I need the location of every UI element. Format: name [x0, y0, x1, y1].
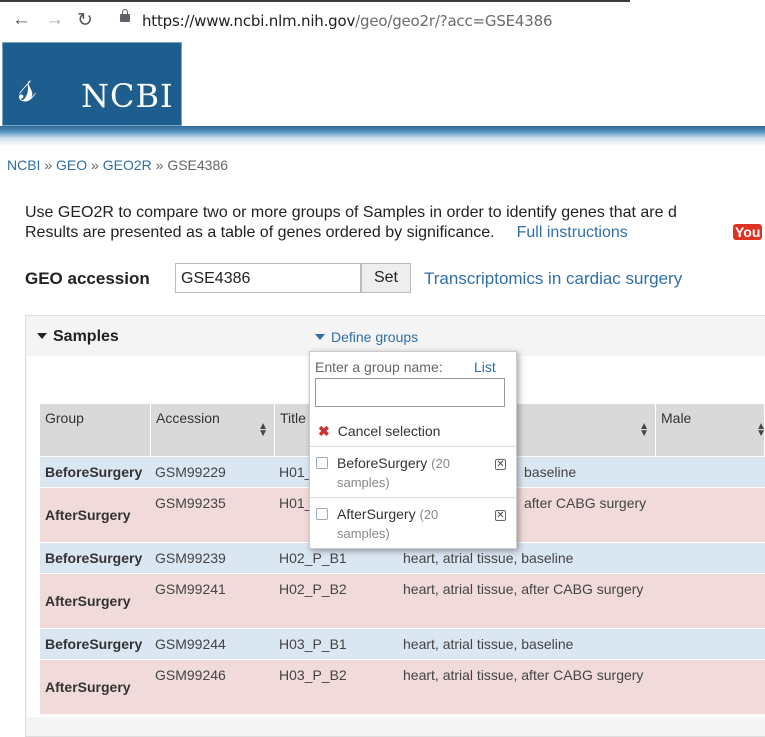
group-count-unit: samples) — [337, 475, 390, 490]
row-accession: GSM99244 — [155, 636, 226, 652]
lock-icon — [120, 9, 130, 22]
row-group: AfterSurgery — [45, 507, 131, 523]
sort-icon: ▲ ▼ — [258, 421, 268, 439]
header-gradient-bar — [0, 126, 765, 146]
row-source: heart, atrial tissue, baseline — [403, 550, 574, 566]
list-link[interactable]: List — [474, 359, 496, 375]
table-row[interactable]: AfterSurgery GSM99241 H02_P_B2 heart, at… — [40, 574, 765, 628]
group-count: (20 — [419, 507, 439, 522]
youtube-label: You — [733, 224, 763, 240]
ncbi-helix-icon: 𝓈 — [19, 57, 37, 113]
define-groups-toggle[interactable]: Define groups — [315, 329, 418, 345]
cancel-selection-button[interactable]: ✖ Cancel selection — [318, 423, 440, 440]
define-groups-label: Define groups — [331, 329, 419, 345]
group-name: BeforeSurgery (20 samples) — [337, 454, 487, 492]
intro-text: Use GEO2R to compare two or more groups … — [25, 203, 677, 243]
url-host: https://www.ncbi.nlm.nih.gov — [142, 12, 356, 30]
tab-strip-edge — [0, 0, 630, 2]
col-group[interactable]: Group — [40, 404, 151, 456]
row-title: H02_P_B1 — [279, 550, 347, 566]
row-title: H01_ — [279, 464, 313, 480]
group-count: (20 — [431, 456, 450, 471]
geo-accession-label: GEO accession — [25, 269, 150, 288]
row-title: H01_ — [279, 495, 313, 511]
samples-title: Samples — [53, 328, 119, 345]
set-button[interactable]: Set — [361, 263, 411, 293]
col-male[interactable]: Male ▲ ▼ — [656, 404, 765, 456]
cancel-selection-label: Cancel selection — [337, 423, 441, 439]
site-header: 𝓈 NCBI — [0, 42, 765, 126]
group-name-prompt: Enter a group name: — [315, 359, 443, 375]
url-path: /geo/geo2r/?acc=GSE4386 — [355, 12, 553, 30]
collapse-triangle-icon — [37, 333, 47, 339]
row-accession: GSM99239 — [155, 550, 226, 566]
row-accession: GSM99246 — [155, 667, 226, 683]
full-instructions-link[interactable]: Full instructions — [517, 224, 628, 241]
back-arrow-icon[interactable]: ← — [12, 9, 31, 31]
sort-icon: ▲ ▼ — [756, 421, 765, 439]
row-accession: GSM99229 — [155, 464, 226, 480]
row-group: BeforeSurgery — [45, 636, 143, 652]
col-group-label: Group — [45, 410, 84, 426]
sort-icon: ▲ ▼ — [639, 421, 649, 439]
row-group: AfterSurgery — [45, 679, 131, 695]
col-accession-label: Accession — [156, 410, 220, 426]
row-title: H03_P_B2 — [279, 667, 347, 683]
row-accession: GSM99235 — [155, 495, 226, 511]
study-title-link[interactable]: Transcriptomics in cardiac surgery — [424, 269, 682, 289]
group-name-text: AfterSurgery — [337, 506, 416, 522]
delete-group-icon[interactable]: ✕ — [495, 459, 506, 470]
forward-arrow-icon[interactable]: → — [45, 9, 64, 31]
divider — [310, 446, 516, 447]
breadcrumb-geo[interactable]: GEO — [56, 157, 87, 173]
reload-icon[interactable]: ↻ — [77, 9, 93, 32]
samples-toggle[interactable]: Samples — [37, 328, 119, 346]
row-source: after CABG surgery — [524, 495, 647, 511]
breadcrumb-current: GSE4386 — [167, 157, 229, 173]
intro-line-1: Use GEO2R to compare two or more groups … — [25, 204, 677, 221]
row-title: H03_P_B1 — [279, 636, 347, 652]
row-group: BeforeSurgery — [45, 550, 143, 566]
breadcrumb: NCBI » GEO » GEO2R » GSE4386 — [7, 157, 229, 173]
table-row[interactable]: AfterSurgery GSM99246 H03_P_B2 heart, at… — [40, 660, 765, 714]
youtube-icon[interactable]: You — [733, 224, 763, 240]
group-checkbox[interactable] — [316, 457, 328, 469]
group-name-text: BeforeSurgery — [337, 455, 428, 471]
col-male-label: Male — [661, 410, 692, 426]
group-checkbox[interactable] — [316, 508, 328, 520]
group-name-input[interactable] — [315, 378, 505, 407]
browser-toolbar: ← → ↻ https://www.ncbi.nlm.nih.gov/geo/g… — [0, 0, 765, 43]
breadcrumb-ncbi[interactable]: NCBI — [7, 157, 40, 173]
table-row[interactable]: BeforeSurgery GSM99244 H03_P_B1 heart, a… — [40, 629, 765, 659]
divider — [310, 497, 516, 498]
intro-line-2: Results are presented as a table of gene… — [25, 224, 495, 241]
col-accession[interactable]: Accession ▲ ▼ — [151, 404, 275, 456]
dropdown-triangle-icon — [315, 334, 325, 340]
delete-group-icon[interactable]: ✕ — [495, 510, 506, 521]
cancel-x-icon: ✖ — [318, 423, 330, 439]
address-bar[interactable]: https://www.ncbi.nlm.nih.gov/geo/geo2r/?… — [142, 12, 552, 30]
row-group: BeforeSurgery — [45, 464, 143, 480]
row-accession: GSM99241 — [155, 581, 226, 597]
group-name: AfterSurgery (20 samples) — [337, 505, 487, 543]
logo-text: NCBI — [81, 77, 174, 115]
row-title: H02_P_B2 — [279, 581, 347, 597]
row-group: AfterSurgery — [45, 593, 131, 609]
breadcrumb-geo2r[interactable]: GEO2R — [103, 157, 152, 173]
geo-accession-input[interactable]: GSE4386 — [175, 263, 361, 293]
row-source: heart, atrial tissue, baseline — [403, 636, 574, 652]
col-title-label: Title — [280, 410, 306, 426]
row-source: heart, atrial tissue, after CABG surgery — [403, 667, 644, 683]
row-source: heart, atrial tissue, after CABG surgery — [403, 581, 644, 597]
group-count-unit: samples) — [337, 526, 390, 541]
define-groups-popup: Enter a group name: List ✖ Cancel selecti… — [309, 351, 517, 549]
ncbi-logo[interactable]: 𝓈 NCBI — [2, 42, 182, 126]
row-source: baseline — [524, 464, 577, 480]
